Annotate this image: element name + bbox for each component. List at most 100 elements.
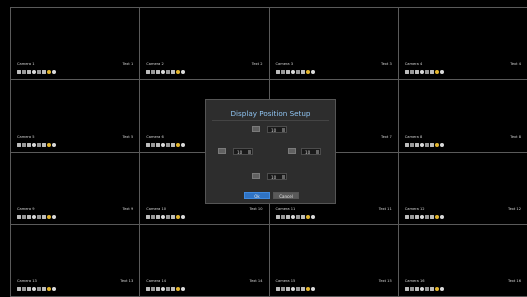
- record-status-icon: [156, 142, 161, 147]
- record-status-icon: [27, 70, 31, 75]
- camera-name: Camera 13: [17, 279, 37, 283]
- camera-tile[interactable]: Camera 15 Text 15: [269, 224, 399, 297]
- camera-name: Camera 11: [275, 206, 296, 211]
- camera-tile[interactable]: Camera 5 Text 5: [11, 80, 141, 153]
- record-status-icon: [156, 214, 161, 219]
- alarm-status-icon: [47, 287, 51, 291]
- lock-status-icon: [424, 70, 429, 75]
- right-position-icon: [288, 148, 296, 154]
- ptz-icon: [42, 70, 46, 75]
- motion-icon: [404, 142, 409, 147]
- lock-status-icon: [295, 287, 300, 291]
- bottom-value-field[interactable]: 10: [267, 173, 287, 180]
- status-icons: [146, 70, 186, 75]
- spinner-icon[interactable]: [248, 150, 251, 154]
- camera-text: Text 9: [122, 206, 134, 211]
- camera-tile[interactable]: Camera 2 Text 2: [140, 8, 270, 81]
- camera-text: Text 13: [120, 279, 134, 283]
- left-value-field[interactable]: 10: [233, 148, 253, 155]
- ptz-icon: [429, 142, 434, 147]
- spinner-icon[interactable]: [316, 150, 319, 154]
- alarm-status-icon: [305, 70, 310, 75]
- camera-name: Camera 10: [146, 206, 167, 211]
- status-icons: [146, 287, 186, 291]
- sensor-icon: [290, 70, 295, 75]
- network-status-icon: [439, 214, 444, 219]
- camera-name: Camera 1: [17, 62, 35, 67]
- top-value: 10: [271, 128, 277, 133]
- camera-name: Camera 3: [275, 62, 294, 67]
- camera-tile[interactable]: Camera 8 Text 8: [398, 80, 527, 153]
- motion-icon: [146, 70, 151, 75]
- camera-name: Camera 8: [404, 134, 423, 139]
- audio-icon: [151, 142, 156, 147]
- sensor-icon: [419, 214, 424, 219]
- lock-status-icon: [295, 70, 300, 75]
- network-status-icon: [439, 287, 444, 291]
- lock-status-icon: [37, 287, 41, 291]
- status-icons: [17, 214, 56, 219]
- status-icons: [275, 70, 315, 75]
- record-status-icon: [414, 70, 419, 75]
- lock-status-icon: [424, 142, 429, 147]
- right-value-field[interactable]: 10: [301, 148, 321, 155]
- camera-name: Camera 6: [146, 134, 164, 139]
- alarm-status-icon: [47, 142, 51, 147]
- audio-icon: [22, 214, 26, 219]
- motion-icon: [17, 287, 21, 291]
- motion-icon: [17, 214, 21, 219]
- cancel-button[interactable]: Cancel: [273, 192, 299, 199]
- status-icons: [17, 287, 56, 291]
- spinner-icon[interactable]: [282, 175, 285, 179]
- alarm-status-icon: [176, 70, 181, 75]
- motion-icon: [404, 287, 409, 291]
- motion-icon: [17, 70, 21, 75]
- ptz-icon: [171, 287, 176, 291]
- audio-icon: [22, 70, 26, 75]
- record-status-icon: [285, 287, 290, 291]
- alarm-status-icon: [434, 287, 439, 291]
- camera-tile[interactable]: Camera 4 Text 4: [398, 8, 527, 81]
- network-status-icon: [52, 287, 56, 291]
- ok-button[interactable]: Ok: [244, 192, 270, 199]
- camera-tile[interactable]: Camera 12 Text 12: [398, 152, 527, 225]
- left-position-icon: [218, 148, 226, 154]
- network-status-icon: [439, 70, 444, 75]
- camera-text: Text 12: [508, 206, 521, 211]
- status-icons: [275, 214, 315, 219]
- audio-icon: [280, 70, 285, 75]
- top-value-field[interactable]: 10: [267, 126, 287, 133]
- network-status-icon: [181, 214, 186, 219]
- lock-status-icon: [295, 214, 300, 219]
- spinner-icon[interactable]: [282, 128, 285, 132]
- alarm-status-icon: [176, 287, 181, 291]
- camera-tile[interactable]: Camera 13 Text 13: [11, 224, 141, 297]
- ptz-icon: [42, 214, 46, 219]
- audio-icon: [151, 70, 156, 75]
- lock-status-icon: [37, 142, 41, 147]
- audio-icon: [409, 214, 414, 219]
- camera-tile[interactable]: Camera 16 Text 16: [398, 224, 527, 297]
- audio-icon: [280, 214, 285, 219]
- camera-tile[interactable]: Camera 14 Text 14: [140, 224, 270, 297]
- ptz-icon: [171, 70, 176, 75]
- network-status-icon: [439, 142, 444, 147]
- camera-text: Text 11: [378, 206, 392, 211]
- camera-name: Camera 2: [146, 62, 164, 67]
- sensor-icon: [32, 142, 36, 147]
- camera-tile[interactable]: Camera 3 Text 3: [269, 8, 399, 81]
- record-status-icon: [414, 142, 419, 147]
- camera-tile[interactable]: Camera 1 Text 1: [11, 8, 141, 81]
- lock-status-icon: [166, 214, 171, 219]
- camera-text: Text 5: [122, 134, 134, 139]
- audio-icon: [22, 287, 26, 291]
- ptz-icon: [42, 142, 46, 147]
- record-status-icon: [156, 70, 161, 75]
- audio-icon: [280, 287, 285, 291]
- camera-tile[interactable]: Camera 9 Text 9: [11, 152, 141, 225]
- alarm-status-icon: [305, 287, 310, 291]
- motion-icon: [146, 142, 151, 147]
- divider: [212, 120, 329, 121]
- sensor-icon: [32, 70, 36, 75]
- sensor-icon: [290, 214, 295, 219]
